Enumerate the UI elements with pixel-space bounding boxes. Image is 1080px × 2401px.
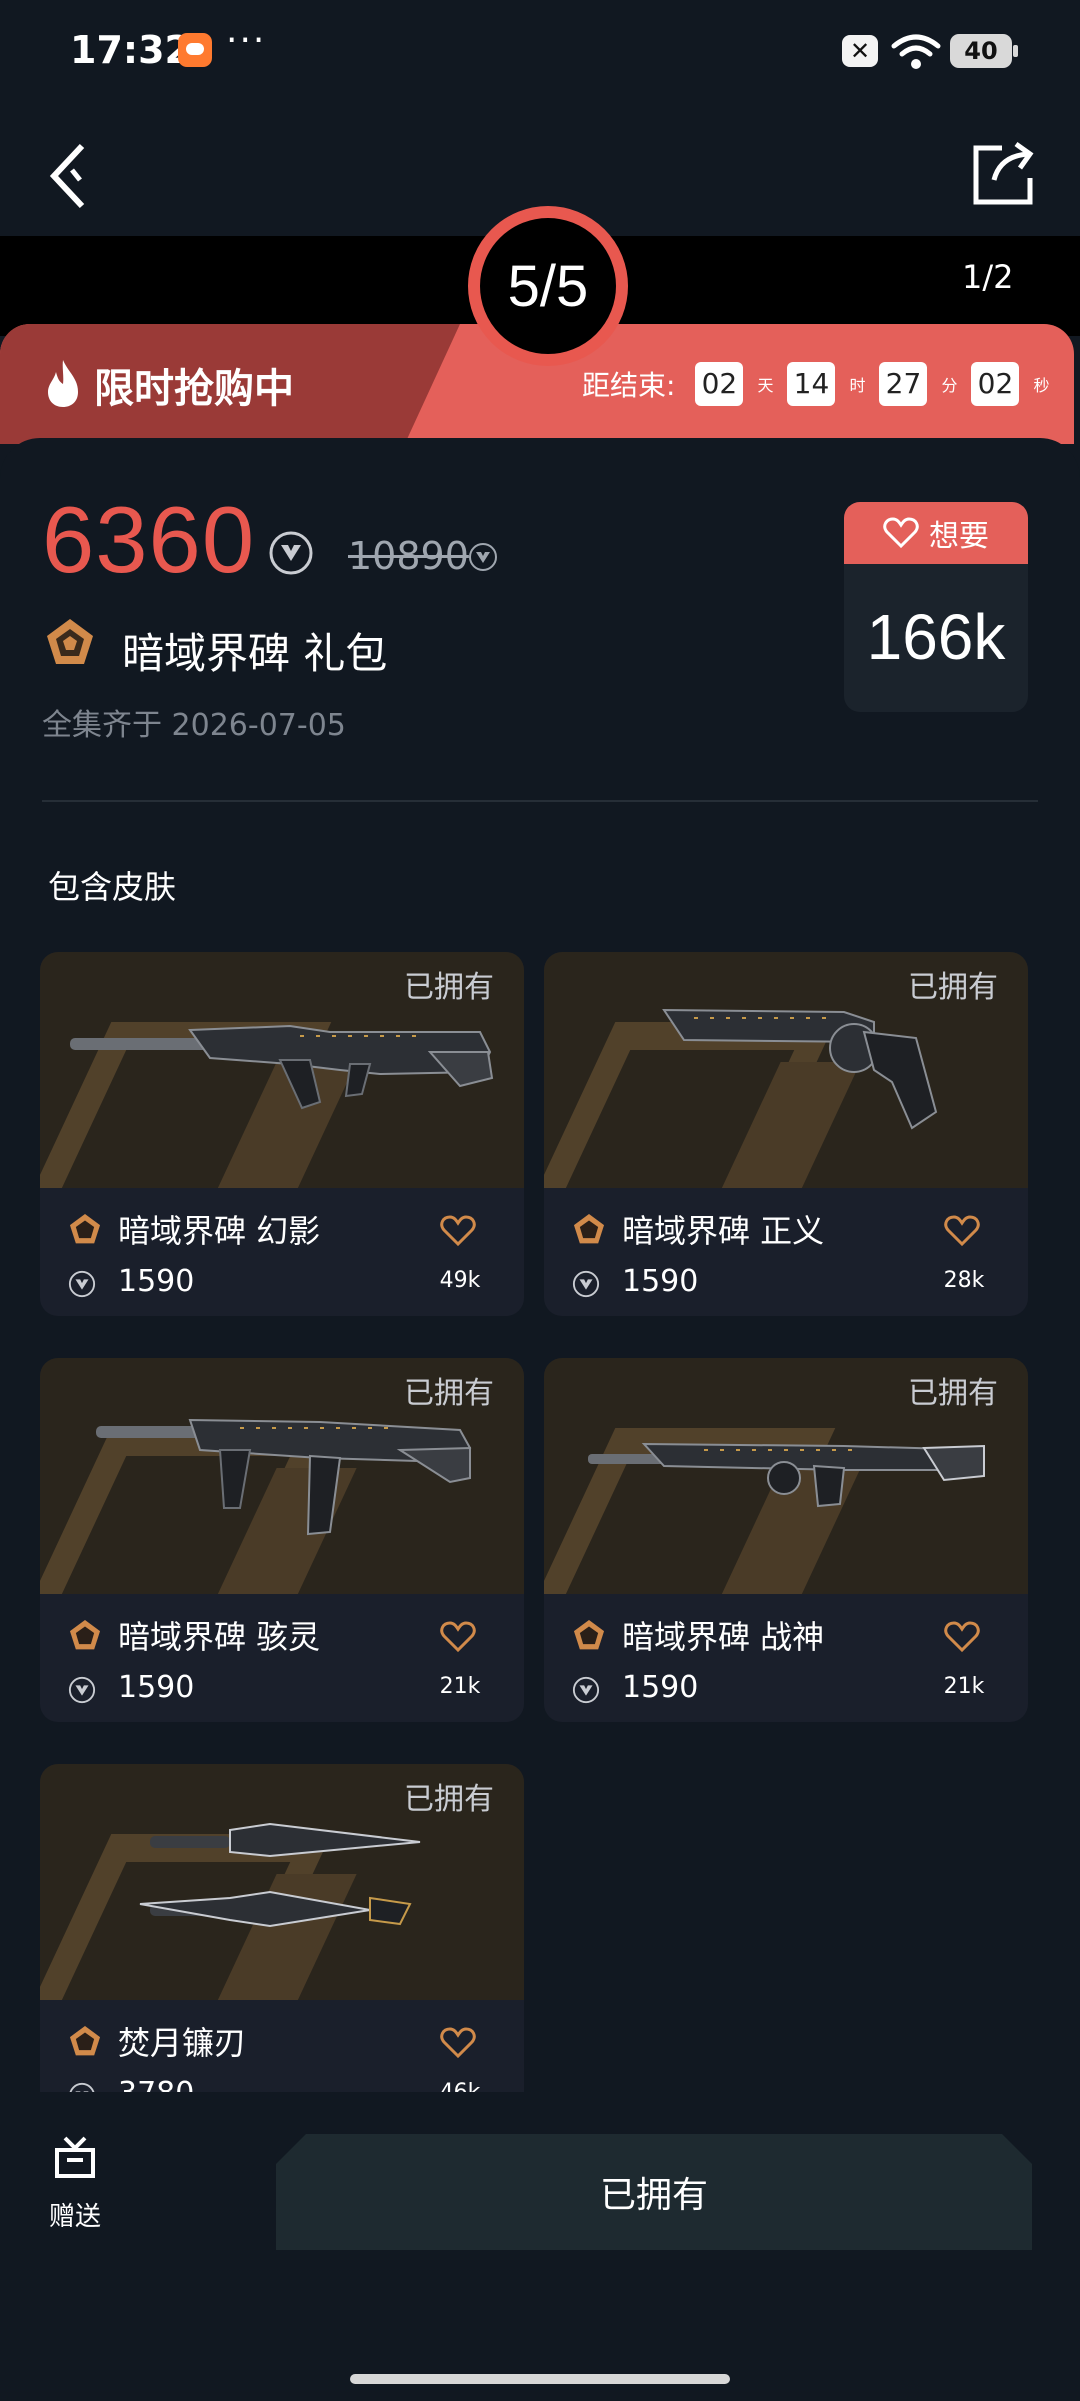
deluxe-tier-icon bbox=[573, 1213, 605, 1244]
countdown-hours-unit: 时 bbox=[849, 376, 866, 395]
skin-card[interactable]: 已拥有 焚月镰刃 3780 bbox=[40, 1764, 524, 2092]
skin-info: 焚月镰刃 3780 46k bbox=[40, 2000, 524, 2092]
collection-counter: 5/5 bbox=[468, 206, 628, 366]
page-indicator: 1/2 bbox=[962, 258, 1014, 296]
skin-likes: 21k bbox=[439, 1674, 481, 1699]
countdown-seconds-unit: 秒 bbox=[1033, 376, 1050, 395]
valorant-points-icon bbox=[572, 1270, 600, 1298]
valorant-points-icon bbox=[68, 1270, 96, 1298]
skin-card[interactable]: 已拥有 暗域界碑 战神 1590 21k bbox=[544, 1358, 1028, 1722]
back-icon[interactable] bbox=[40, 140, 100, 210]
skin-image: 已拥有 bbox=[40, 1764, 524, 2000]
countdown-hours: 14 bbox=[787, 362, 836, 406]
heart-icon[interactable] bbox=[944, 1214, 980, 1248]
skin-name: 暗域界碑 正义 bbox=[622, 1212, 825, 1250]
countdown-timer: 距结束: 02 天 14 时 27 分 02 秒 bbox=[582, 362, 1064, 406]
deluxe-tier-icon bbox=[69, 1619, 101, 1650]
battery-icon: 40 bbox=[950, 34, 1018, 68]
status-time: 17:32 bbox=[70, 28, 191, 72]
more-notifications-icon: ··· bbox=[226, 20, 267, 61]
status-bar: 17:32 ··· ✕ 40 bbox=[0, 0, 1080, 100]
skin-image: 已拥有 bbox=[544, 1358, 1028, 1594]
skin-image: 已拥有 bbox=[544, 952, 1028, 1188]
skin-likes: 21k bbox=[943, 1674, 985, 1699]
skin-likes: 46k bbox=[410, 2080, 510, 2092]
share-icon[interactable] bbox=[972, 140, 1038, 206]
bundle-detail-screen: 17:32 ··· ✕ 40 5/5 1/2 限时抢购中 距结束: 02 天 1… bbox=[0, 0, 1080, 2401]
skin-info: 暗域界碑 战神 1590 21k bbox=[544, 1594, 1028, 1722]
original-price: 10890 bbox=[348, 534, 469, 578]
owned-badge: 已拥有 bbox=[404, 1782, 494, 1817]
no-sim-icon: ✕ bbox=[842, 35, 878, 67]
countdown-days: 02 bbox=[695, 362, 744, 406]
owned-button[interactable]: 已拥有 bbox=[276, 2134, 1032, 2250]
flash-sale-label: 限时抢购中 bbox=[94, 366, 294, 412]
skin-image: 已拥有 bbox=[40, 952, 524, 1188]
deluxe-tier-icon bbox=[47, 619, 93, 664]
skin-card[interactable]: 已拥有 暗域界碑 正义 1590 28k bbox=[544, 952, 1028, 1316]
wifi-icon bbox=[891, 34, 941, 69]
divider bbox=[42, 800, 1038, 802]
bottom-action-bar: 赠送 已拥有 bbox=[0, 2092, 1080, 2352]
owned-badge: 已拥有 bbox=[908, 1376, 998, 1411]
skin-info: 暗域界碑 幻影 1590 49k bbox=[40, 1188, 524, 1316]
heart-icon[interactable] bbox=[440, 1214, 476, 1248]
gift-icon bbox=[55, 2136, 95, 2178]
bundle-content: 6360 10890 暗域界碑 礼包 全集齐于 2026-07-05 想要 16… bbox=[0, 438, 1080, 2138]
skin-price: 1590 bbox=[622, 1670, 699, 1705]
wishlist-label: 想要 bbox=[929, 519, 989, 554]
wishlist-header: 想要 bbox=[844, 502, 1028, 564]
skin-name: 暗域界碑 骇灵 bbox=[118, 1618, 321, 1656]
valorant-points-icon bbox=[572, 1676, 600, 1704]
gift-label: 赠送 bbox=[48, 2202, 101, 2232]
heart-icon bbox=[883, 517, 919, 549]
wishlist-count: 166k bbox=[866, 601, 1006, 673]
valorant-points-icon bbox=[469, 543, 497, 571]
valorant-points-icon bbox=[269, 531, 313, 575]
skin-card[interactable]: 已拥有 暗域界碑 骇灵 1590 21k bbox=[40, 1358, 524, 1722]
skin-name: 暗域界碑 战神 bbox=[622, 1618, 825, 1656]
deluxe-tier-icon bbox=[573, 1619, 605, 1650]
owned-badge: 已拥有 bbox=[404, 970, 494, 1005]
skin-likes: 28k bbox=[943, 1268, 985, 1293]
bundle-name: 暗域界碑 礼包 bbox=[122, 629, 388, 678]
countdown-seconds: 02 bbox=[971, 362, 1020, 406]
skin-image: 已拥有 bbox=[40, 1358, 524, 1594]
countdown-label: 距结束: bbox=[582, 369, 676, 402]
skin-price: 1590 bbox=[622, 1264, 699, 1299]
app-notification-icon bbox=[178, 33, 212, 67]
countdown-minutes: 27 bbox=[879, 362, 928, 406]
bundle-price: 6360 bbox=[42, 487, 256, 592]
owned-badge: 已拥有 bbox=[908, 970, 998, 1005]
valorant-points-icon bbox=[69, 2082, 95, 2092]
skin-price: 3780 bbox=[118, 2076, 194, 2092]
heart-icon[interactable] bbox=[944, 1620, 980, 1654]
heart-icon[interactable] bbox=[440, 1620, 476, 1654]
deluxe-tier-icon bbox=[69, 1213, 101, 1244]
wishlist-button[interactable]: 想要 166k bbox=[844, 502, 1028, 712]
collect-date: 全集齐于 2026-07-05 bbox=[42, 708, 346, 743]
home-indicator[interactable] bbox=[350, 2374, 730, 2384]
flame-icon bbox=[48, 360, 78, 407]
skin-name: 暗域界碑 幻影 bbox=[118, 1212, 321, 1250]
skin-info: 暗域界碑 正义 1590 28k bbox=[544, 1188, 1028, 1316]
skin-name: 焚月镰刃 bbox=[118, 2024, 247, 2062]
skin-price: 1590 bbox=[118, 1670, 195, 1705]
countdown-days-unit: 天 bbox=[757, 376, 774, 395]
section-title: 包含皮肤 bbox=[48, 868, 177, 906]
valorant-points-icon bbox=[68, 1676, 96, 1704]
skin-likes: 49k bbox=[439, 1268, 481, 1293]
heart-icon[interactable] bbox=[440, 2026, 476, 2060]
countdown-minutes-unit: 分 bbox=[941, 376, 958, 395]
gift-button[interactable]: 赠送 bbox=[40, 2136, 110, 2233]
skin-card[interactable]: 已拥有 暗域界碑 幻影 1590 49k bbox=[40, 952, 524, 1316]
skin-info: 暗域界碑 骇灵 1590 21k bbox=[40, 1594, 524, 1722]
owned-badge: 已拥有 bbox=[404, 1376, 494, 1411]
skin-price: 1590 bbox=[118, 1264, 195, 1299]
deluxe-tier-icon bbox=[69, 2025, 101, 2056]
